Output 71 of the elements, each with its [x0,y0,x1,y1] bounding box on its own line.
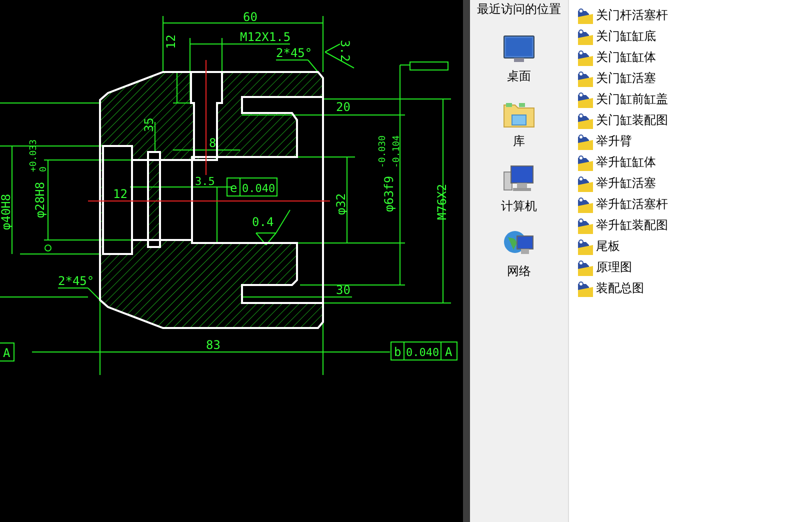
dimension-label: 0 [39,166,49,172]
dimension-label: φ28H8 [33,182,47,218]
file-name[interactable]: 装配总图 [596,280,644,297]
place-item[interactable]: 库 [503,99,535,150]
file-name[interactable]: 举升缸装配图 [596,217,668,234]
tolerance-value: 0.040 [242,182,276,195]
dimension-label: 83 [206,338,220,352]
dimension-label: 8 [209,136,216,150]
computer-icon [503,164,535,194]
datum-frame [0,342,14,362]
dimension-label: 35 [142,118,156,132]
dimension-label: 60 [243,10,258,24]
drawing-file-icon [578,50,593,66]
file-name[interactable]: 关门杆活塞杆 [596,7,668,24]
drawing-file-icon [578,280,593,296]
drawing-file-icon [578,238,593,254]
dimension-label: -0.030 [378,135,388,168]
place-label: 计算机 [501,198,537,215]
file-name[interactable]: 尾板 [596,238,620,255]
dimension-label: 12 [113,187,128,201]
tolerance-value: 0.040 [406,346,440,359]
drawing-file-icon [578,28,593,44]
dimension-label: 20 [336,100,350,114]
recent-places-label[interactable]: 最近访问的位置 [477,1,561,18]
dimension-label: 12 [164,34,178,49]
place-item[interactable]: 网络 [503,229,535,280]
drawing-file-icon [578,176,593,192]
file-name[interactable]: 关门缸前缸盖 [596,91,668,108]
tolerance-symbol: b [394,345,402,359]
tolerance-frame [390,342,458,360]
dimension-label: +0.033 [29,139,39,172]
tolerance-frame [226,178,278,196]
drawing-file-icon [578,218,593,234]
drawing-file-icon [578,154,593,170]
file-name[interactable]: 举升臂 [596,133,632,150]
dimension-label: 2*45° [58,274,94,288]
datum-label: A [445,345,452,359]
dimension-label: 30 [336,283,350,297]
dimension-label: 0.4 [252,215,274,229]
dimension-label: 3.2 [338,40,352,62]
file-name[interactable]: 举升缸缸体 [596,154,656,171]
tolerance-symbol: e [230,181,238,195]
dimension-label: M12X1.5 [240,30,291,44]
drawing-file-icon [578,134,593,150]
file-name[interactable]: 关门缸装配图 [596,112,668,129]
monitor-icon [503,34,535,64]
file-name[interactable]: 关门缸缸底 [596,28,656,45]
place-label: 库 [513,133,525,150]
place-label: 桌面 [507,68,531,85]
dimension-label: M76X2 [435,184,449,220]
place-item[interactable]: 桌面 [503,34,535,85]
file-name[interactable]: 原理图 [596,259,632,276]
drawing-file-icon [578,260,593,276]
drawing-file-icon [578,70,593,86]
file-name[interactable]: 关门缸缸体 [596,49,656,66]
place-item[interactable]: 计算机 [501,164,537,215]
file-name[interactable]: 举升缸活塞 [596,175,656,192]
file-name[interactable]: 关门缸活塞 [596,70,656,87]
dimension-label: φ40H8 [0,194,13,230]
dimension-label: -0.104 [392,135,402,168]
drawing-file-icon [578,196,593,212]
drawing-file-icon [578,8,593,24]
drawing-file-icon [578,112,593,128]
dimension-label: φ63f9 [382,176,396,212]
drawing-file-icon [578,92,593,108]
place-label: 网络 [507,263,531,280]
dimension-label: 2*45° [276,46,312,60]
dimension-label: 3.5 [195,175,215,188]
datum-label: A [3,346,10,360]
file-name[interactable]: 举升缸活塞杆 [596,196,668,213]
dimension-label: φ32 [334,193,348,215]
